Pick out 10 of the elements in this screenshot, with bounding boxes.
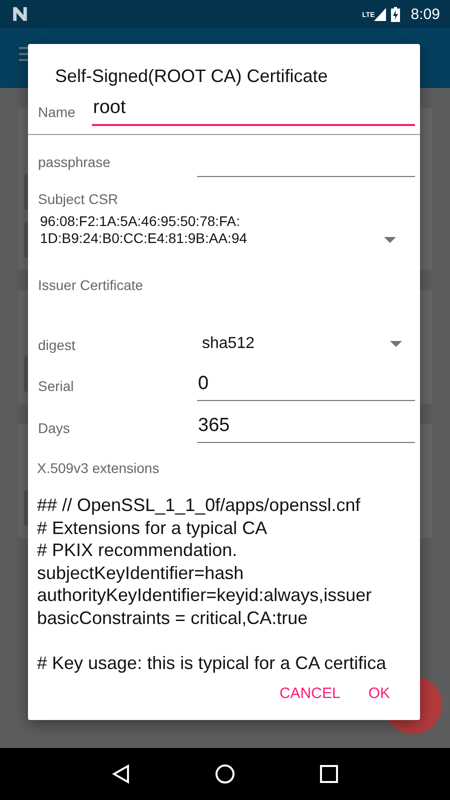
field-label: Days	[38, 420, 71, 438]
dialog-title: Self-Signed(ROOT CA) Certificate	[54, 65, 329, 88]
field-label: Serial	[38, 378, 75, 396]
field-label: Name	[38, 104, 76, 122]
clock-time: 8:09	[410, 6, 440, 22]
field-label: Issuer Certificate	[38, 277, 144, 293]
field-label: Subject CSR	[38, 191, 118, 207]
field-label: digest	[38, 337, 76, 355]
field-label: X.509v3 extensions	[37, 460, 160, 476]
field-label: passphrase	[38, 154, 112, 172]
